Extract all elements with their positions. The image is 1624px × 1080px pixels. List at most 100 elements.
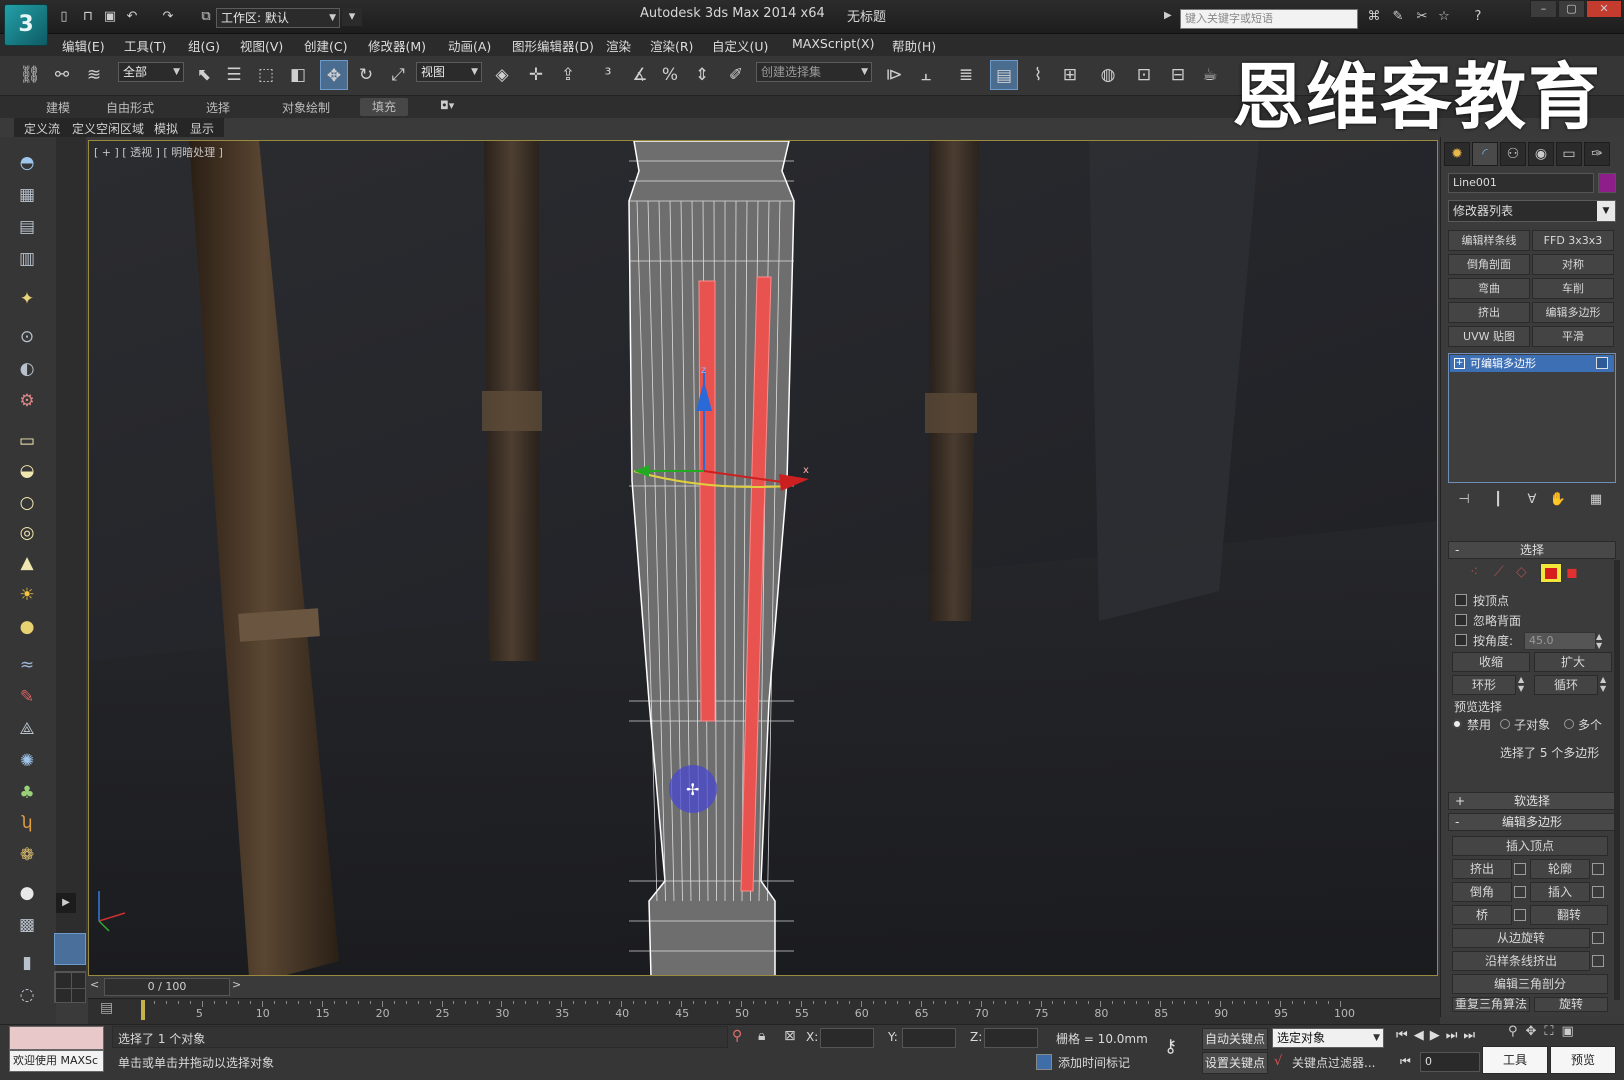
angle-spinner-icon[interactable]: ▲ ▼ (1596, 632, 1602, 650)
insert-vertex-button[interactable]: 插入顶点 (1452, 836, 1608, 856)
mod-bend-button[interactable]: 弯曲 (1448, 278, 1530, 299)
shrink-button[interactable]: 收缩 (1452, 652, 1530, 672)
ribbon-tab-populate[interactable]: 填充 (360, 98, 409, 116)
rect-selection-icon[interactable]: ⬚ (252, 60, 280, 90)
mod-smooth-button[interactable]: 平滑 (1532, 326, 1614, 347)
angle-snap-icon[interactable]: ∡ (626, 60, 654, 90)
extrude-settings-icon[interactable] (1514, 863, 1526, 875)
ignore-backfacing-checkbox[interactable] (1455, 614, 1467, 626)
lock-selection-icon[interactable]: 🔒︎ (758, 1028, 765, 1044)
edit-triangulation-button[interactable]: 编辑三角剖分 (1452, 974, 1608, 994)
maximize-button[interactable]: ▢ (1558, 0, 1585, 18)
inset-settings-icon[interactable] (1592, 886, 1604, 898)
tools-button[interactable]: 工具 (1482, 1046, 1548, 1074)
subtab-simulate[interactable]: 模拟 (154, 120, 178, 137)
angle-value-input[interactable]: 45.0 (1524, 632, 1596, 650)
named-selection-sets-dropdown[interactable]: 创建选择集 ▼ (756, 62, 872, 82)
single-viewport-icon[interactable] (54, 933, 86, 965)
hair-fur-icon[interactable]: ʮ (12, 810, 42, 836)
modify-tab-icon[interactable]: ◜ (1472, 142, 1498, 166)
more-tools-icon[interactable]: ◌ (12, 982, 42, 1008)
menu-render-a[interactable]: 渲染 (606, 36, 631, 55)
hierarchy-tab-icon[interactable]: ⚇ (1500, 142, 1526, 166)
communication-icon[interactable]: ✂ (1412, 8, 1432, 26)
preview-button[interactable]: 预览 (1550, 1046, 1616, 1074)
binoculars-icon[interactable]: ⌘ (1364, 8, 1384, 26)
retriangulate-button[interactable]: 重复三角算法 (1452, 997, 1530, 1012)
mod-lathe-button[interactable]: 车削 (1532, 278, 1614, 299)
mod-extrude-button[interactable]: 挤出 (1448, 302, 1530, 323)
menu-graph-editors[interactable]: 图形编辑器(D) (512, 36, 594, 55)
render-region-icon[interactable]: ▦ (12, 182, 42, 208)
remove-modifier-icon[interactable]: ✋ (1546, 492, 1570, 512)
hinge-from-edge-button[interactable]: 从边旋转 (1452, 928, 1590, 948)
menu-customize[interactable]: 自定义(U) (712, 36, 768, 55)
cloth-icon[interactable]: ❁ (12, 842, 42, 868)
subtab-display[interactable]: 显示 (190, 120, 214, 137)
unlink-icon[interactable]: ⚯ (48, 60, 76, 90)
key-mode-dropdown[interactable]: 选定对象 ▼ (1272, 1028, 1384, 1048)
object-name-field[interactable]: Line001 (1448, 173, 1594, 193)
time-slider[interactable]: 0 / 100 (104, 978, 230, 996)
extrude-button[interactable]: 挤出 (1452, 859, 1512, 879)
outline-settings-icon[interactable] (1592, 863, 1604, 875)
edge-mode-icon[interactable]: ⟋ (1494, 564, 1504, 580)
maxscript-listener-mini[interactable] (9, 1026, 104, 1050)
create-tab-icon[interactable]: ✹ (1444, 142, 1470, 166)
mini-curve-icon[interactable]: ▤ (100, 1000, 113, 1016)
light-bulb-icon[interactable]: ✦ (12, 286, 42, 312)
redo-icon[interactable]: ↷ (158, 8, 178, 26)
extrude-along-spline-button[interactable]: 沿样条线挤出 (1452, 951, 1590, 971)
selected-polygon-strip-1[interactable] (698, 280, 716, 722)
stack-visibility-icon[interactable] (1596, 357, 1608, 369)
loop-spinner-icon[interactable]: ▲ ▼ (1600, 675, 1606, 693)
by-angle-checkbox[interactable] (1455, 634, 1467, 646)
modifier-list-dropdown[interactable]: 修改器列表 ▼ (1448, 200, 1616, 222)
key-mode-toggle-icon[interactable]: ⏮ (1400, 1054, 1411, 1069)
key-filters-button[interactable]: 关键点过滤器... (1292, 1054, 1375, 1071)
hemisphere-icon[interactable]: ◒ (12, 458, 42, 484)
graphite-toggle-icon[interactable]: ▤ (990, 60, 1018, 90)
absolute-mode-icon[interactable]: ⊠ (784, 1028, 796, 1044)
camera-icon[interactable]: ⊙ (12, 324, 42, 350)
vertex-mode-icon[interactable]: ⁖ (1470, 564, 1478, 580)
select-manipulate-icon[interactable]: ✛ (522, 60, 550, 90)
polygon-mode-icon[interactable] (1540, 563, 1562, 583)
torus-icon[interactable]: ◎ (12, 520, 42, 546)
sun-icon[interactable]: ☀ (12, 582, 42, 608)
workspace-dropdown[interactable]: 工作区: 默认 ▼ (216, 8, 340, 28)
minimize-button[interactable]: – (1530, 0, 1557, 18)
menu-views[interactable]: 视图(V) (240, 36, 283, 55)
menu-group[interactable]: 组(G) (188, 36, 220, 55)
viewport-nav-icons[interactable]: ⚲✥⛶▣ (1508, 1024, 1582, 1039)
preview-multi-radio[interactable] (1564, 719, 1574, 729)
favorites-icon[interactable]: ☆ (1434, 8, 1454, 26)
render-frame-icon[interactable]: ⊟ (1164, 60, 1192, 90)
expand-strip-icon[interactable]: ▶ (56, 893, 76, 913)
extrude-spline-settings-icon[interactable] (1592, 955, 1604, 967)
plane-icon[interactable]: ▭ (12, 428, 42, 454)
time-next-icon[interactable]: > (232, 978, 241, 991)
selection-rollout-header[interactable]: - 选择 (1448, 541, 1616, 559)
object-color-swatch[interactable] (1598, 173, 1616, 193)
ribbon-tab-object-paint[interactable]: 对象绘制 (282, 99, 330, 116)
bevel-button[interactable]: 倒角 (1452, 882, 1512, 902)
ring-spinner-icon[interactable]: ▲ ▼ (1518, 675, 1524, 693)
geosphere-icon[interactable]: ● (12, 614, 42, 640)
grid-list-icon[interactable]: ▥ (12, 246, 42, 272)
stack-expand-icon[interactable]: + (1454, 358, 1465, 369)
layer-list-icon[interactable]: ▤ (12, 214, 42, 240)
time-marker[interactable] (141, 1000, 145, 1020)
curve-editor-icon[interactable]: ⌇ (1024, 60, 1052, 90)
border-mode-icon[interactable]: ◇ (1516, 564, 1527, 580)
menu-create[interactable]: 创建(C) (304, 36, 347, 55)
select-by-name-icon[interactable]: ☰ (220, 60, 248, 90)
render-setup-icon[interactable]: ⊡ (1130, 60, 1158, 90)
grid-panel-icon[interactable]: ▩ (12, 912, 42, 938)
turn-button[interactable]: 旋转 (1534, 997, 1608, 1012)
search-input[interactable]: 键入关键字或短语 (1180, 9, 1358, 29)
select-link-icon[interactable]: ⛓ (16, 60, 44, 90)
preview-disabled-radio[interactable] (1452, 719, 1462, 729)
current-frame-field[interactable]: 0 (1420, 1052, 1480, 1072)
brush-icon[interactable]: ✎ (12, 684, 42, 710)
